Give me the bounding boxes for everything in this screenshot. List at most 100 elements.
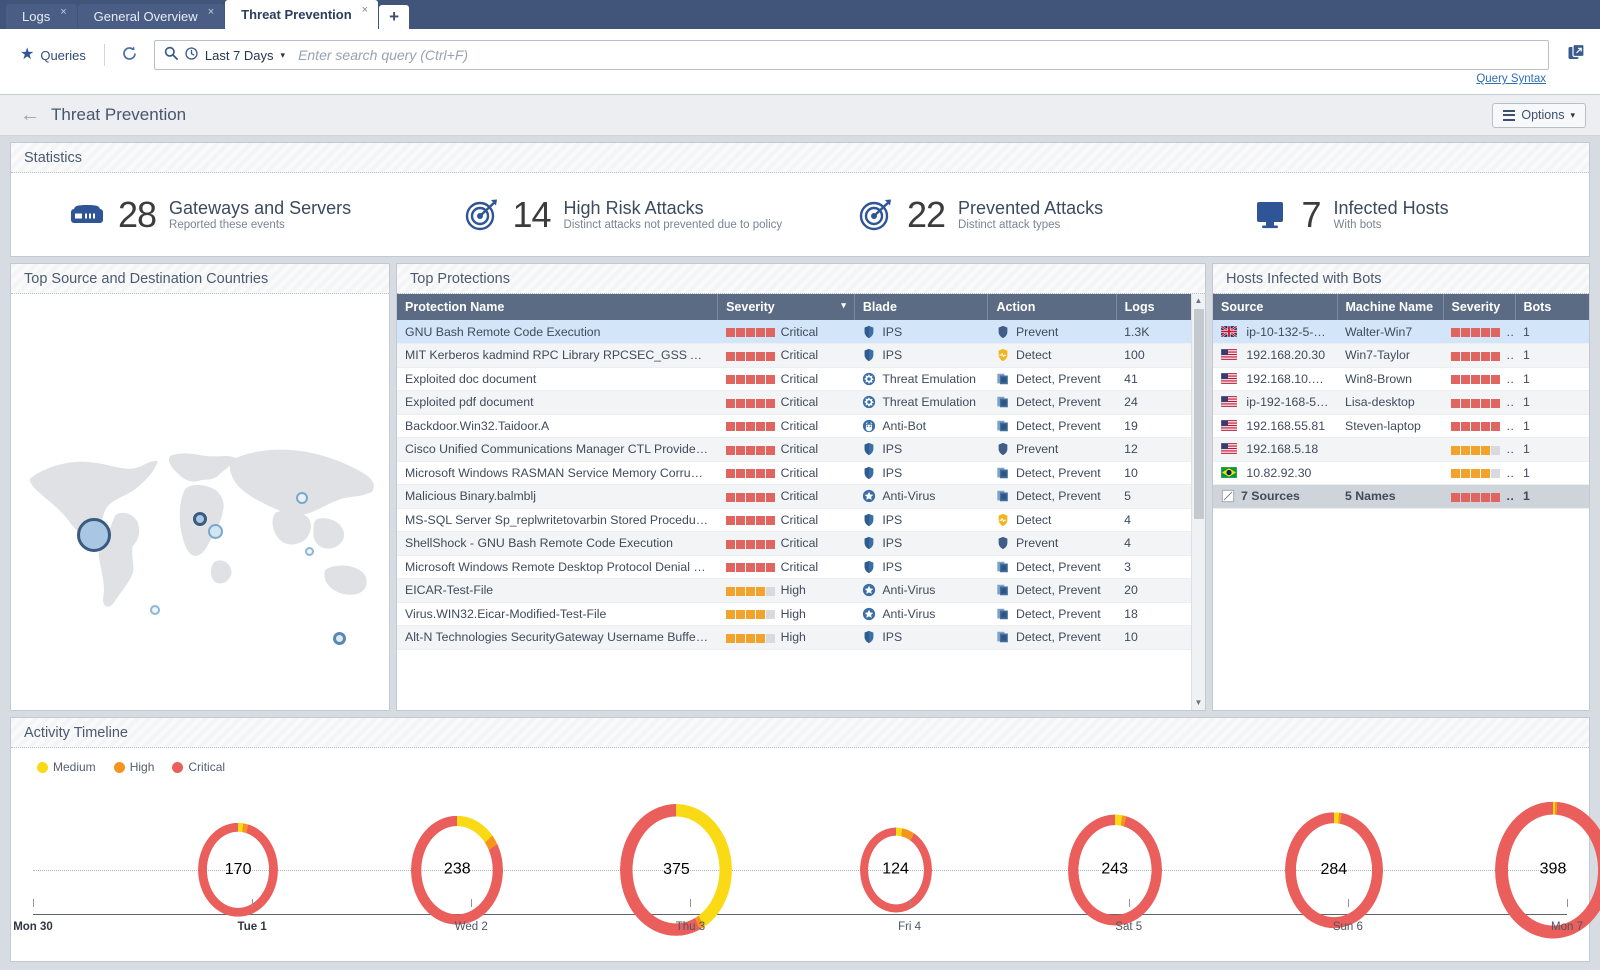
table-row[interactable]: 192.168.55.81 Steven-laptop...1 bbox=[1213, 414, 1589, 438]
map-marker[interactable] bbox=[77, 518, 112, 553]
column-severity[interactable]: Severity ▾ bbox=[717, 294, 855, 320]
cell-bots: 1 bbox=[1515, 343, 1589, 368]
stat-value: 22 bbox=[907, 193, 946, 235]
table-row[interactable]: 192.168.10.115 Win8-Brown...1 bbox=[1213, 367, 1589, 391]
column-source[interactable]: Source bbox=[1213, 294, 1338, 320]
scroll-down-icon[interactable]: ▼ bbox=[1195, 696, 1203, 710]
chevron-down-icon[interactable]: ▾ bbox=[281, 50, 286, 61]
cell-protection-name: Alt-N Technologies SecurityGateway Usern… bbox=[397, 625, 718, 650]
sort-caret-icon: ▾ bbox=[841, 300, 846, 310]
cell-severity: Critical bbox=[717, 531, 855, 556]
scrollbar-thumb[interactable] bbox=[1193, 309, 1204, 519]
table-row[interactable]: Cisco Unified Communications Manager CTL… bbox=[397, 437, 1191, 462]
map-marker[interactable] bbox=[304, 546, 314, 556]
timeframe-label[interactable]: Last 7 Days bbox=[205, 48, 274, 63]
table-row[interactable]: Malicious Binary.balmblj Critical Anti-Vir… bbox=[397, 484, 1191, 509]
protections-table-body: GNU Bash Remote Code Execution Critical IP… bbox=[397, 320, 1191, 650]
query-syntax-link[interactable]: Query Syntax bbox=[1476, 73, 1546, 85]
us-flag-icon bbox=[1221, 443, 1237, 455]
world-map[interactable] bbox=[11, 294, 389, 710]
table-row[interactable]: EICAR-Test-File High Anti-Virus Detect, Pre… bbox=[397, 578, 1191, 603]
cell-logs: 100 bbox=[1116, 343, 1191, 368]
stat-label: High Risk Attacks bbox=[563, 198, 704, 219]
legend-item-critical[interactable]: Critical bbox=[172, 760, 225, 774]
table-row[interactable]: ip-10-132-5-65.e...Walter-Win7...1 bbox=[1213, 320, 1589, 344]
table-row[interactable]: Virus.WIN32.Eicar-Modified-Test-File High… bbox=[397, 602, 1191, 626]
cell-severity: ... bbox=[1443, 343, 1515, 368]
vertical-scrollbar[interactable]: ▲ ▼ bbox=[1191, 294, 1205, 710]
cell-blade: IPS bbox=[854, 625, 988, 650]
cell-protection-name: Exploited pdf document bbox=[397, 390, 718, 415]
cell-source: ip-192-168-52-9.... bbox=[1213, 390, 1337, 415]
column-action[interactable]: Action bbox=[987, 294, 1117, 320]
cell-severity: High bbox=[717, 625, 855, 650]
table-row[interactable]: Microsoft Windows RASMAN Service Memory … bbox=[397, 461, 1191, 485]
map-marker[interactable] bbox=[149, 605, 160, 616]
column-protection-name[interactable]: Protection Name bbox=[397, 294, 719, 320]
options-button[interactable]: Options ▾ bbox=[1492, 102, 1586, 128]
cell-severity: ... bbox=[1443, 437, 1515, 462]
legend-item-medium[interactable]: Medium bbox=[37, 760, 96, 774]
table-row[interactable]: 10.82.92.30...1 bbox=[1213, 461, 1589, 485]
close-icon[interactable]: × bbox=[60, 7, 66, 18]
severity-label: Critical bbox=[780, 465, 819, 480]
new-tab-button[interactable]: + bbox=[379, 5, 410, 29]
top-protections-title: Top Protections bbox=[397, 264, 1205, 294]
stat-value: 14 bbox=[512, 193, 552, 235]
tab-logs[interactable]: Logs × bbox=[6, 4, 77, 29]
close-icon[interactable]: × bbox=[208, 7, 214, 18]
column-bots[interactable]: Bots bbox=[1515, 294, 1589, 320]
table-total-row: 7 Sources 5 Names...1 bbox=[1213, 484, 1589, 509]
tab-general-overview[interactable]: General Overview × bbox=[77, 4, 225, 29]
table-row[interactable]: MS-SQL Server Sp_replwritetovarbin Store… bbox=[397, 508, 1191, 532]
table-row[interactable]: Exploited doc document Critical Threat Emu… bbox=[397, 367, 1191, 391]
scroll-up-icon[interactable]: ▲ bbox=[1195, 294, 1203, 308]
severity-bar bbox=[725, 327, 775, 337]
column-logs[interactable]: Logs bbox=[1116, 294, 1191, 320]
column-severity[interactable]: Severity bbox=[1443, 294, 1516, 320]
donut-value: 284 bbox=[1320, 861, 1348, 878]
table-row[interactable]: ShellShock - GNU Bash Remote Code Execut… bbox=[397, 531, 1191, 556]
stat-infected-hosts[interactable]: 7 Infected Hosts With bots bbox=[1195, 194, 1590, 236]
cell-bots: 1 bbox=[1515, 437, 1589, 462]
table-row[interactable]: 192.168.20.30 Win7-Taylor...1 bbox=[1213, 343, 1589, 368]
table-row[interactable]: MIT Kerberos kadmind RPC Library RPCSEC_… bbox=[397, 343, 1191, 368]
cell-logs: 4 bbox=[1116, 531, 1191, 556]
column-machine-name[interactable]: Machine Name bbox=[1337, 294, 1444, 320]
legend-item-high[interactable]: High bbox=[113, 760, 154, 774]
map-marker[interactable] bbox=[193, 511, 207, 526]
timeline-donut[interactable]: 375 bbox=[620, 803, 733, 937]
queries-button[interactable]: ★ Queries bbox=[14, 47, 94, 63]
timeline-donut[interactable]: 124 bbox=[859, 827, 932, 913]
search-toolbar: ★ Queries Last 7 Days ▾ Enter search que… bbox=[0, 29, 1600, 95]
back-arrow-icon[interactable]: ← bbox=[20, 105, 40, 125]
timeline-donut[interactable]: 170 bbox=[198, 822, 279, 918]
table-row[interactable]: 192.168.5.18...1 bbox=[1213, 437, 1589, 462]
map-marker[interactable] bbox=[332, 632, 346, 646]
cell-bots: 1 bbox=[1515, 414, 1589, 438]
cell-source: 192.168.10.115 bbox=[1213, 367, 1337, 391]
cell-protection-name: MIT Kerberos kadmind RPC Library RPCSEC_… bbox=[397, 343, 718, 368]
search-input[interactable]: Last 7 Days ▾ Enter search query (Ctrl+F… bbox=[153, 40, 1549, 70]
severity-bar bbox=[1451, 327, 1500, 337]
refresh-icon[interactable] bbox=[115, 45, 144, 65]
table-row[interactable]: Backdoor.Win32.Taidoor.A Critical Anti-Bot… bbox=[397, 414, 1191, 438]
open-external-icon[interactable] bbox=[1559, 43, 1586, 68]
table-row[interactable]: Exploited pdf document Critical Threat Emu… bbox=[397, 390, 1191, 415]
menu-icon bbox=[1503, 109, 1516, 121]
cell-severity: High bbox=[717, 602, 855, 626]
close-icon[interactable]: × bbox=[362, 5, 368, 16]
stat-prevented-attacks[interactable]: 22 Prevented Attacks Distinct attack typ… bbox=[800, 194, 1195, 236]
protections-table: Protection Name Severity ▾ Blade Action … bbox=[397, 294, 1191, 650]
map-marker[interactable] bbox=[208, 524, 224, 540]
column-blade[interactable]: Blade bbox=[854, 294, 989, 320]
table-row[interactable]: GNU Bash Remote Code Execution Critical IP… bbox=[397, 320, 1191, 344]
stat-gateways-and-servers[interactable]: 28 Gateways and Servers Reported these e… bbox=[11, 194, 406, 236]
tab-threat-prevention[interactable]: Threat Prevention × bbox=[225, 0, 379, 29]
map-marker[interactable] bbox=[296, 491, 309, 504]
table-row[interactable]: ip-192-168-52-9....Lisa-desktop...1 bbox=[1213, 390, 1589, 415]
timeline-donut[interactable]: 398 bbox=[1495, 801, 1600, 939]
table-row[interactable]: Microsoft Windows Remote Desktop Protoco… bbox=[397, 555, 1191, 579]
table-row[interactable]: Alt-N Technologies SecurityGateway Usern… bbox=[397, 625, 1191, 650]
stat-high-risk-attacks[interactable]: 14 High Risk Attacks Distinct attacks no… bbox=[406, 194, 801, 236]
